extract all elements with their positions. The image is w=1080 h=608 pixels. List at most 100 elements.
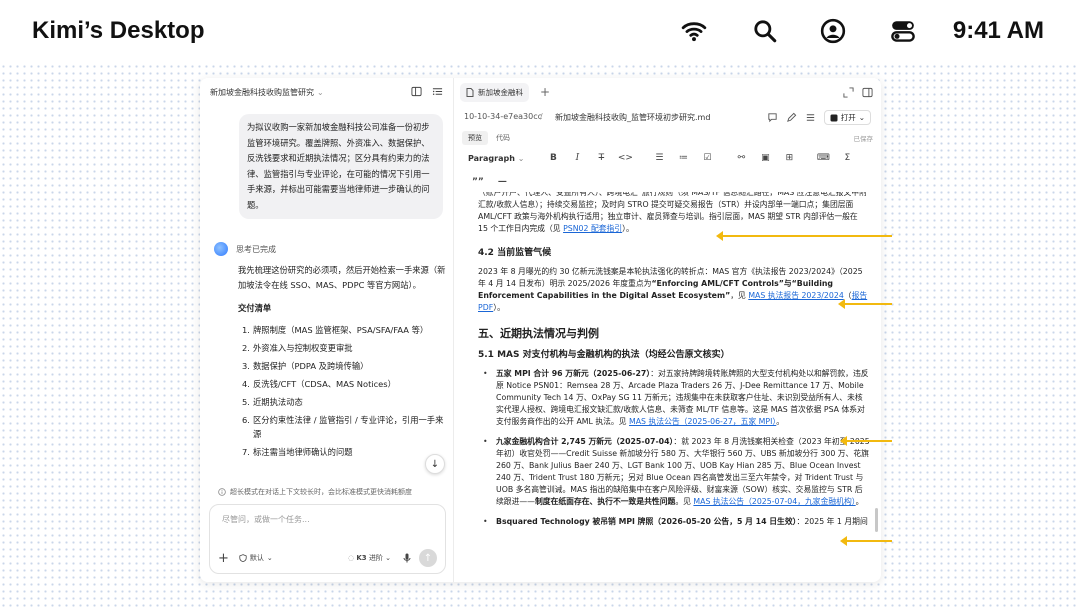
separator-icon: /	[540, 112, 543, 121]
input-placeholder: 尽管问，或做一个任务...	[222, 515, 310, 524]
bold-button[interactable]: B	[544, 153, 562, 163]
menubar: Kimi’s Desktop 9:41 AM	[0, 0, 1080, 62]
list-item: 九家金融机构合计 2,745 万新元（2025-07-04）：就 2023 年 …	[478, 436, 870, 508]
doc-link[interactable]: MAS 执法公告（2025-06-27，五家 MPI）	[629, 417, 776, 426]
checklist-title: 交付清单	[238, 303, 272, 313]
arrow-up-icon: ↑	[423, 552, 433, 564]
panel-toggle-icon[interactable]	[862, 87, 873, 98]
bullet-list-icon[interactable]: ☰	[650, 153, 668, 163]
numbered-list-icon[interactable]: ≔	[674, 153, 692, 163]
user-icon[interactable]	[820, 18, 846, 44]
italic-button[interactable]: I	[568, 153, 586, 163]
wifi-icon[interactable]	[681, 18, 707, 44]
app-window: 新加坡金融科技收购监管研究 ⌄ 为拟议收购一家新加坡金融科技公司准备一份初步监管环…	[200, 78, 881, 582]
scroll-to-bottom-button[interactable]: ↓	[425, 454, 445, 474]
horizontal-rule-button[interactable]: —	[498, 177, 507, 187]
expand-icon[interactable]	[843, 87, 854, 98]
saved-status: 已保存	[853, 135, 874, 143]
quote-button[interactable]: ””	[472, 177, 484, 187]
task-list-icon[interactable]: ☑	[698, 153, 716, 163]
thought-status[interactable]: 思考已完成	[214, 242, 276, 256]
list-item: 五家 MPI 合计 96 万新元（2025-06-27）：对五家持牌跨境转账牌照…	[478, 368, 870, 428]
doc-link[interactable]: MAS 执法报告 2023/2024	[748, 291, 843, 300]
clock: 9:41 AM	[952, 17, 1044, 44]
list-item: 2. 外资准入与控制权变更审批	[242, 342, 353, 353]
send-button[interactable]: ↑	[419, 549, 437, 567]
strikethrough-button[interactable]: T	[592, 153, 610, 163]
open-label: 打开	[840, 113, 856, 122]
desktop-title: Kimi’s Desktop	[32, 17, 205, 44]
document-actions: 打开 ⌄	[767, 110, 871, 125]
answer-intro: 我先梳理这份研究的必须项，然后开始检索一手来源（新加坡法令在线 SSO、MAS、…	[238, 265, 446, 290]
outline-icon[interactable]	[432, 86, 443, 97]
table-icon[interactable]: ⊞	[780, 153, 798, 163]
math-button[interactable]: Σ	[838, 153, 856, 163]
mode-label: 默认	[249, 554, 264, 562]
chat-input[interactable]: 尽管问，或做一个任务... + 默认 ⌄ ◌ K3 进阶 ⌄ ↑	[209, 504, 446, 574]
section-heading: 5.1 MAS 对支付机构与金融机构的执法（均经公告原文核实）	[478, 350, 730, 360]
doc-link[interactable]: PSN02 配套指引	[563, 224, 622, 233]
model-variant: 进阶	[368, 554, 383, 562]
edit-icon[interactable]	[786, 112, 797, 123]
search-icon[interactable]	[752, 18, 778, 44]
sidebar-toggle-icon[interactable]	[411, 86, 422, 97]
list-item: 7. 标注需当地律师确认的问题	[242, 446, 353, 457]
annotation-arrow	[838, 299, 892, 309]
section-heading: 五、近期执法情况与判例	[478, 327, 599, 340]
link-icon[interactable]: ⚯	[732, 153, 750, 163]
paragraph: （账户开户、代理人、受益所有人）、跨境电汇“旅行规则”（须 MAS/TF 信息随…	[478, 192, 867, 233]
editor-toolbar: Paragraph ⌄ B I T <> ☰ ≔ ☑ ⚯ ▣ ⊞ ⌨ Σ ”” …	[464, 150, 874, 188]
checklist: 1. 牌照制度（MAS 监管框架、PSA/SFA/FAA 等） 2. 外资准入与控制…	[238, 323, 446, 459]
document-pane: 新加坡金融科 + 10-10-34-e7ea30cc / 新加坡金融科技收购_监…	[454, 78, 881, 582]
long-mode-notice: 超长模式在对话上下文较长时，会比标准模式更快消耗额度	[218, 487, 412, 497]
chevron-down-icon: ⌄	[517, 153, 525, 163]
tab-preview[interactable]: 预览	[462, 131, 488, 145]
tab-code[interactable]: 代码	[490, 131, 516, 145]
app-icon	[830, 114, 838, 121]
comment-icon[interactable]	[767, 112, 778, 123]
arrow-down-icon: ↓	[430, 458, 440, 470]
info-icon	[218, 488, 226, 496]
assistant-answer: 我先梳理这份研究的必须项，然后开始检索一手来源（新加坡法令在线 SSO、MAS、…	[238, 263, 446, 463]
conversation-title[interactable]: 新加坡金融科技收购监管研究 ⌄	[210, 87, 324, 98]
microphone-icon[interactable]	[403, 553, 411, 563]
code-block-icon[interactable]: ⌨	[814, 153, 832, 163]
list-item: 6. 区分约束性法律 / 监管指引 / 专业评论，引用一手来源	[242, 414, 444, 439]
loading-icon: ◌	[348, 554, 355, 562]
chat-pane: 新加坡金融科技收购监管研究 ⌄ 为拟议收购一家新加坡金融科技公司准备一份初步监管环…	[200, 78, 454, 582]
new-tab-button[interactable]: +	[540, 85, 550, 99]
list-item: Bsquared Technology 被吊销 MPI 牌照（2026-05-2…	[478, 516, 870, 528]
document-content: （账户开户、代理人、受益所有人）、跨境电汇“旅行规则”（须 MAS/TF 信息随…	[478, 192, 870, 582]
chevron-down-icon: ⌄	[317, 88, 324, 97]
document-tab[interactable]: 新加坡金融科	[460, 83, 529, 102]
user-message: 为拟议收购一家新加坡金融科技公司准备一份初步监管环境研究。覆盖牌照、外资准入、数…	[239, 114, 443, 219]
folder-id[interactable]: 10-10-34-e7ea30cc	[464, 112, 542, 121]
file-icon	[466, 88, 474, 97]
annotation-arrow	[716, 231, 892, 241]
control-center-icon[interactable]	[890, 18, 916, 44]
tab-bar: 新加坡金融科 +	[454, 78, 881, 106]
conversation-title-text: 新加坡金融科技收购监管研究	[210, 88, 314, 97]
chat-header-icons	[411, 86, 443, 97]
add-attachment-button[interactable]: +	[218, 551, 229, 566]
chevron-down-icon: ⌄	[385, 554, 391, 562]
menu-icon[interactable]	[805, 112, 816, 123]
input-toolbar: + 默认 ⌄ ◌ K3 进阶 ⌄ ↑	[218, 549, 437, 567]
mode-selector[interactable]: 默认 ⌄	[239, 553, 273, 563]
code-button[interactable]: <>	[616, 153, 634, 163]
window-controls	[843, 87, 873, 98]
path-bar: 10-10-34-e7ea30cc / 新加坡金融科技收购_监管环境初步研究.m…	[454, 108, 881, 128]
scrollbar[interactable]	[875, 508, 878, 532]
list-item: 1. 牌照制度（MAS 监管框架、PSA/SFA/FAA 等）	[242, 324, 429, 335]
thought-label: 思考已完成	[236, 244, 276, 254]
section-heading: 4.2 当前监管气候	[478, 248, 552, 258]
image-icon[interactable]: ▣	[756, 153, 774, 163]
open-button[interactable]: 打开 ⌄	[823, 110, 871, 125]
list-item: 5. 近期执法动态	[242, 396, 303, 407]
shield-icon	[239, 554, 247, 562]
annotation-arrow	[840, 436, 892, 446]
doc-link[interactable]: MAS 执法公告（2025-07-04，九家金融机构）	[693, 497, 855, 506]
model-selector[interactable]: ◌ K3 进阶 ⌄	[348, 553, 391, 563]
paragraph-style-select[interactable]: Paragraph ⌄	[468, 154, 524, 163]
list-item: 4. 反洗钱/CFT（CDSA、MAS Notices）	[242, 378, 396, 389]
